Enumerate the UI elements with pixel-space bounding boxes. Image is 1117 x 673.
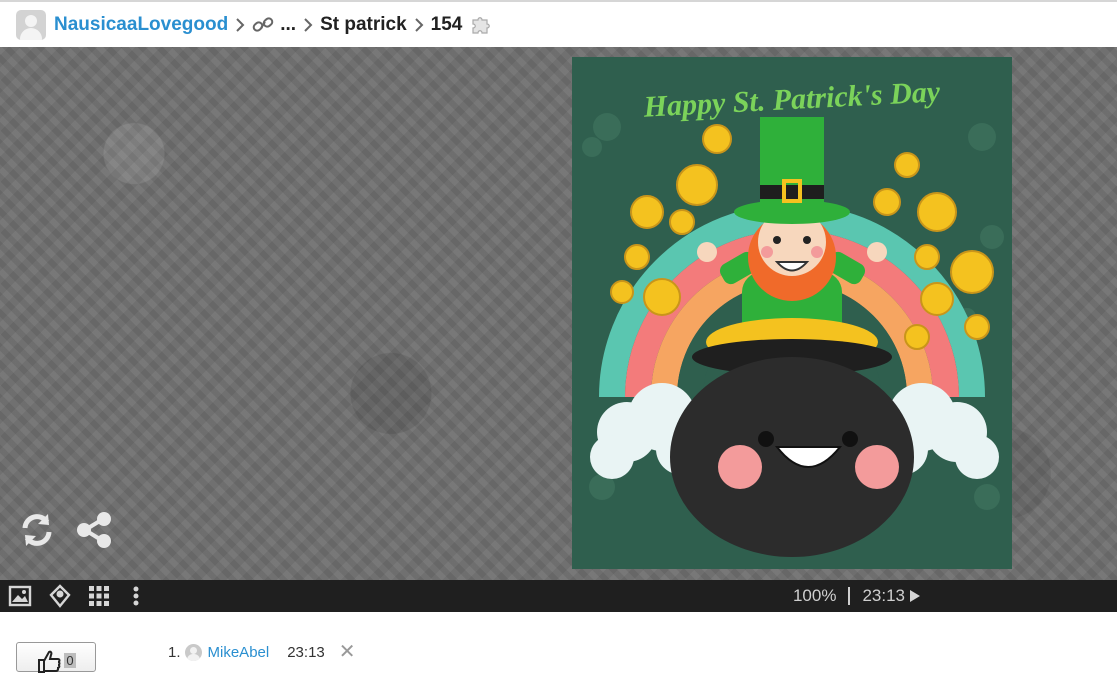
comment-user-link[interactable]: MikeAbel [208, 644, 270, 661]
toolbar-divider [848, 587, 851, 605]
like-count: 0 [64, 653, 76, 668]
close-icon[interactable]: ✕ [339, 642, 356, 662]
chevron-right-icon [234, 17, 246, 33]
puzzle-piece-icon [470, 13, 494, 37]
image-icon [8, 585, 32, 607]
comment-time: 23:13 [287, 643, 325, 661]
more-icon [133, 586, 139, 606]
thumbs-up-icon [38, 650, 61, 673]
comment-avatar[interactable] [184, 643, 202, 661]
chevron-right-icon [302, 17, 314, 33]
breadcrumb-user-link[interactable]: NausicaaLovegood [54, 14, 228, 36]
grid-icon [89, 586, 109, 606]
comments-area: 0 1. MikeAbel 23:13 ✕ [0, 612, 1117, 673]
comment-number: 1. [168, 643, 181, 661]
puzzle-stage[interactable]: Happy St. Patrick's Day [0, 47, 1117, 580]
refresh-icon [22, 514, 52, 546]
breadcrumb: NausicaaLovegood ... St patrick 154 [0, 0, 1117, 47]
user-avatar[interactable] [16, 9, 46, 40]
ghost-image-button[interactable] [40, 580, 80, 612]
breadcrumb-piece-count: 154 [430, 13, 463, 35]
timer: 23:13 [862, 586, 905, 605]
link-icon[interactable] [252, 16, 274, 34]
play-button[interactable] [909, 580, 921, 612]
zoom-level[interactable]: 100% [793, 586, 836, 606]
breadcrumb-collection[interactable]: St patrick [320, 14, 407, 36]
toolbar-status: 100% 23:13 [793, 580, 921, 612]
comment-item: 1. MikeAbel 23:13 ✕ [168, 642, 356, 662]
breadcrumb-ellipsis[interactable]: ... [280, 14, 296, 36]
more-button[interactable] [118, 580, 154, 612]
chevron-right-icon [413, 17, 425, 33]
share-icon [77, 512, 111, 548]
ghost-icon [49, 584, 71, 608]
share-button[interactable] [74, 510, 114, 550]
artwork-title: Happy St. Patrick's Day [642, 75, 942, 124]
grid-button[interactable] [80, 580, 118, 612]
refresh-button[interactable] [17, 510, 57, 550]
image-toggle-button[interactable] [0, 580, 40, 612]
puzzle-image[interactable]: Happy St. Patrick's Day [572, 57, 1012, 569]
puzzle-toolbar: 100% 23:13 [0, 580, 1117, 612]
like-button[interactable]: 0 [16, 642, 96, 673]
play-icon [910, 590, 920, 602]
